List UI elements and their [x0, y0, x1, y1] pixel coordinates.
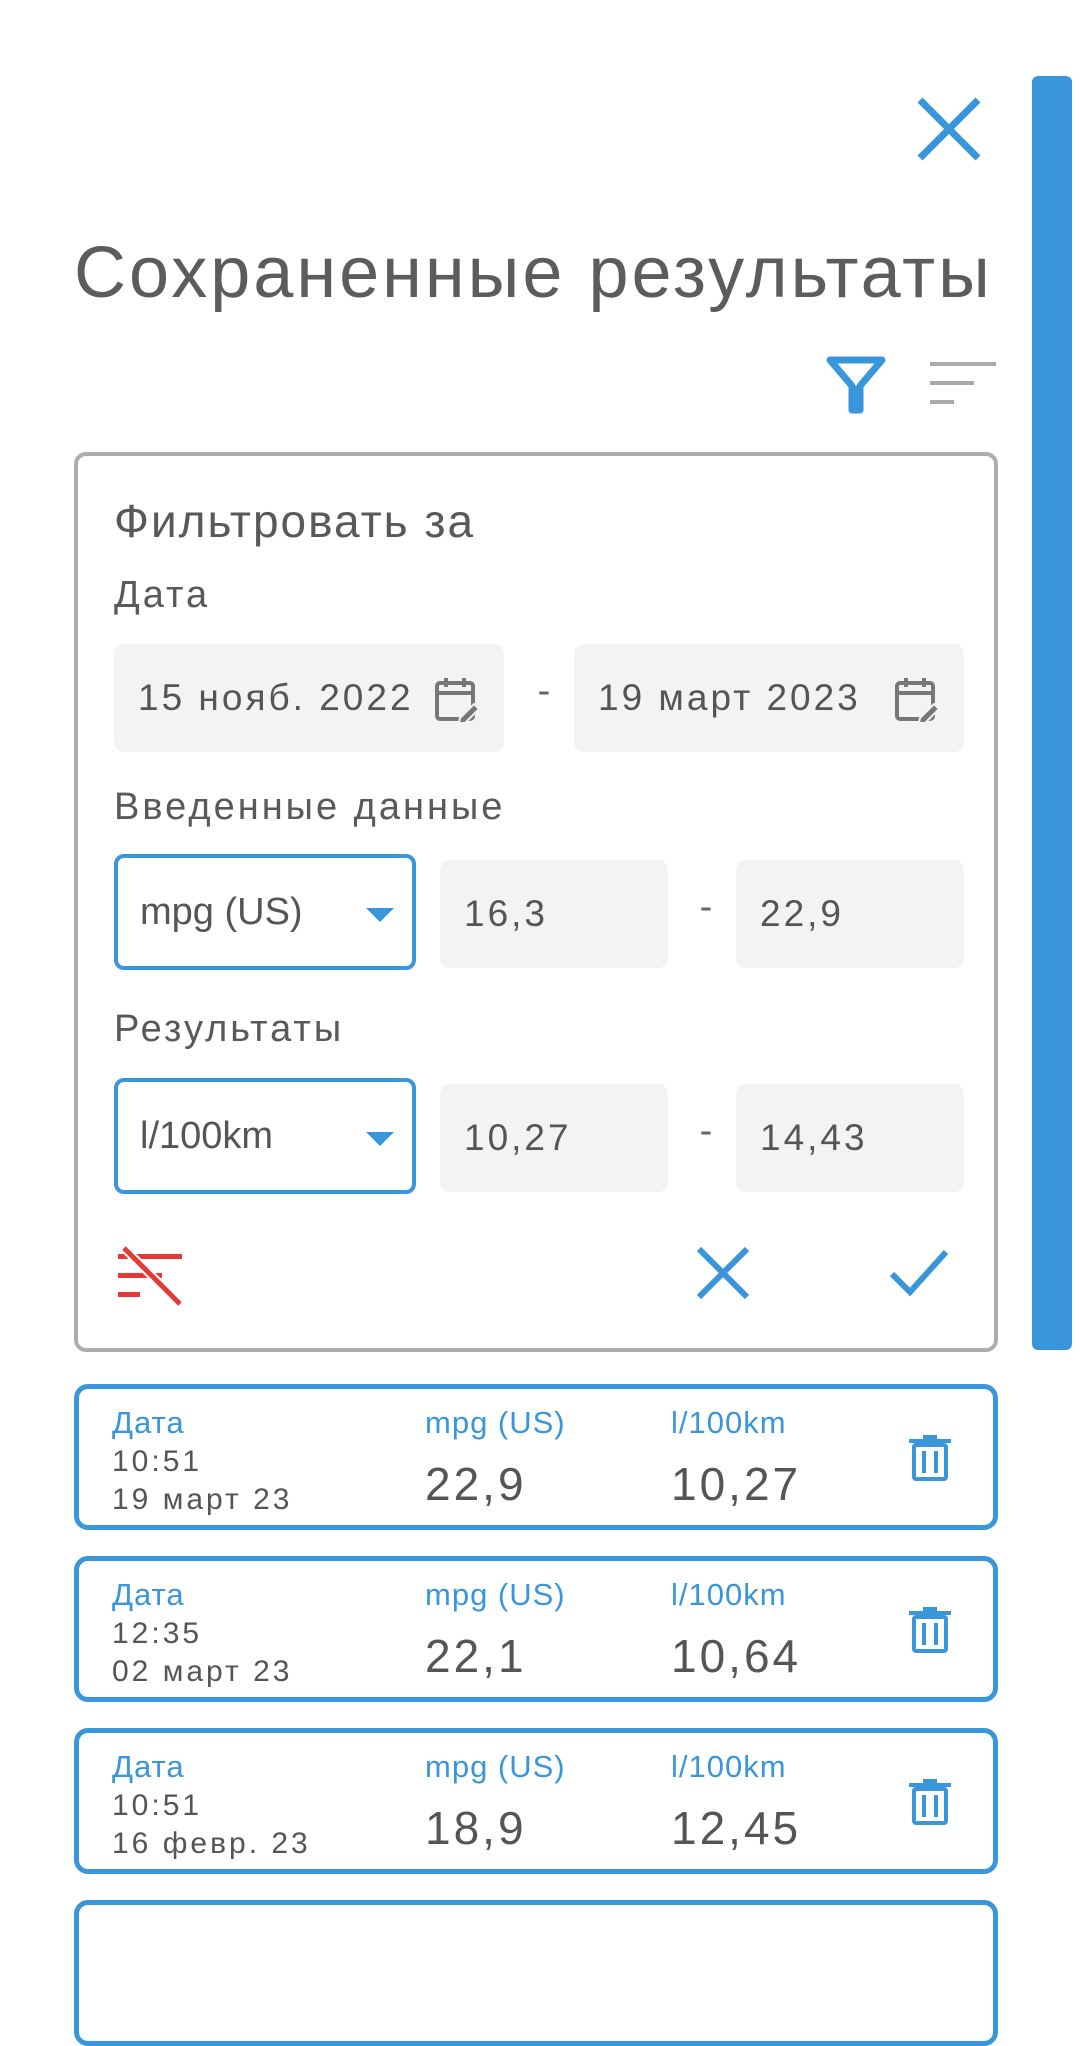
filter-panel: Фильтровать за Дата 15 нояб. 2022 - 19 м… — [74, 452, 998, 1352]
input-unit-label: mpg (US) — [425, 1405, 566, 1440]
calendar-edit-icon[interactable] — [894, 676, 941, 724]
date-range-dash: - — [537, 670, 551, 712]
input-unit-label: mpg (US) — [425, 1749, 566, 1784]
result-time: 10:51 — [112, 1445, 203, 1478]
trash-icon[interactable] — [909, 1435, 951, 1481]
result-max-field[interactable]: 14,43 — [736, 1084, 964, 1192]
result-label: Результаты — [114, 1008, 345, 1050]
trash-icon[interactable] — [909, 1607, 951, 1653]
close-icon[interactable] — [914, 94, 984, 164]
date-label: Дата — [112, 1405, 185, 1440]
result-unit-select[interactable]: l/100km — [114, 1078, 416, 1194]
result-unit-label: l/100km — [671, 1577, 787, 1612]
result-max-value: 14,43 — [760, 1117, 868, 1158]
date-label: Дата — [112, 1577, 185, 1612]
result-date: 16 февр. 23 — [112, 1827, 311, 1860]
page-title: Сохраненные результаты — [74, 233, 993, 313]
input-value: 22,9 — [425, 1458, 527, 1510]
date-from-field[interactable]: 15 нояб. 2022 — [114, 644, 504, 752]
cancel-filter-button[interactable] — [694, 1244, 752, 1302]
date-from-value: 15 нояб. 2022 — [138, 677, 414, 718]
filter-icon[interactable] — [826, 356, 886, 414]
result-card[interactable]: Дата 12:35 02 март 23 mpg (US) 22,1 l/100km 10… — [74, 1556, 998, 1702]
result-min-value: 10,27 — [464, 1117, 572, 1158]
trash-icon[interactable] — [909, 1779, 951, 1825]
input-max-field[interactable]: 22,9 — [736, 860, 964, 968]
input-min-value: 16,3 — [464, 893, 549, 934]
close-icon — [696, 1246, 750, 1300]
input-label: Введенные данные — [114, 786, 506, 828]
calendar-edit-icon[interactable] — [434, 676, 481, 724]
sort-icon[interactable] — [930, 360, 996, 408]
scrollbar[interactable] — [1032, 76, 1072, 1350]
result-card[interactable]: Дата 10:51 16 февр. 23 mpg (US) 18,9 l/100km 1… — [74, 1728, 998, 1874]
input-unit-select[interactable]: mpg (US) — [114, 854, 416, 970]
result-time: 12:35 — [112, 1617, 203, 1650]
date-label: Дата — [112, 1749, 185, 1784]
input-max-value: 22,9 — [760, 893, 845, 934]
result-card[interactable]: Дата 10:51 19 март 23 mpg (US) 22,9 l/100km 10… — [74, 1384, 998, 1530]
input-value: 18,9 — [425, 1802, 527, 1854]
result-date: 02 март 23 — [112, 1655, 293, 1688]
filter-title: Фильтровать за — [114, 495, 476, 547]
result-value: 10,64 — [671, 1630, 802, 1682]
check-icon — [889, 1249, 949, 1297]
result-card[interactable] — [74, 1900, 998, 2046]
result-date: 19 март 23 — [112, 1483, 293, 1516]
result-value: 12,45 — [671, 1802, 802, 1854]
result-min-field[interactable]: 10,27 — [440, 1084, 668, 1192]
result-range-dash: - — [699, 1110, 713, 1152]
input-range-dash: - — [699, 886, 713, 928]
input-min-field[interactable]: 16,3 — [440, 860, 668, 968]
input-unit-value: mpg (US) — [140, 890, 303, 933]
result-time: 10:51 — [112, 1789, 203, 1822]
result-unit-value: l/100km — [140, 1114, 274, 1157]
date-to-field[interactable]: 19 март 2023 — [574, 644, 964, 752]
date-label: Дата — [114, 574, 211, 616]
date-to-value: 19 март 2023 — [598, 677, 861, 718]
clear-filter-icon[interactable] — [118, 1244, 184, 1308]
result-unit-label: l/100km — [671, 1405, 787, 1440]
input-unit-label: mpg (US) — [425, 1577, 566, 1612]
apply-filter-button[interactable] — [888, 1246, 950, 1298]
result-unit-label: l/100km — [671, 1749, 787, 1784]
dropdown-arrow-icon — [366, 908, 394, 922]
input-value: 22,1 — [425, 1630, 527, 1682]
dropdown-arrow-icon — [366, 1132, 394, 1146]
result-value: 10,27 — [671, 1458, 802, 1510]
